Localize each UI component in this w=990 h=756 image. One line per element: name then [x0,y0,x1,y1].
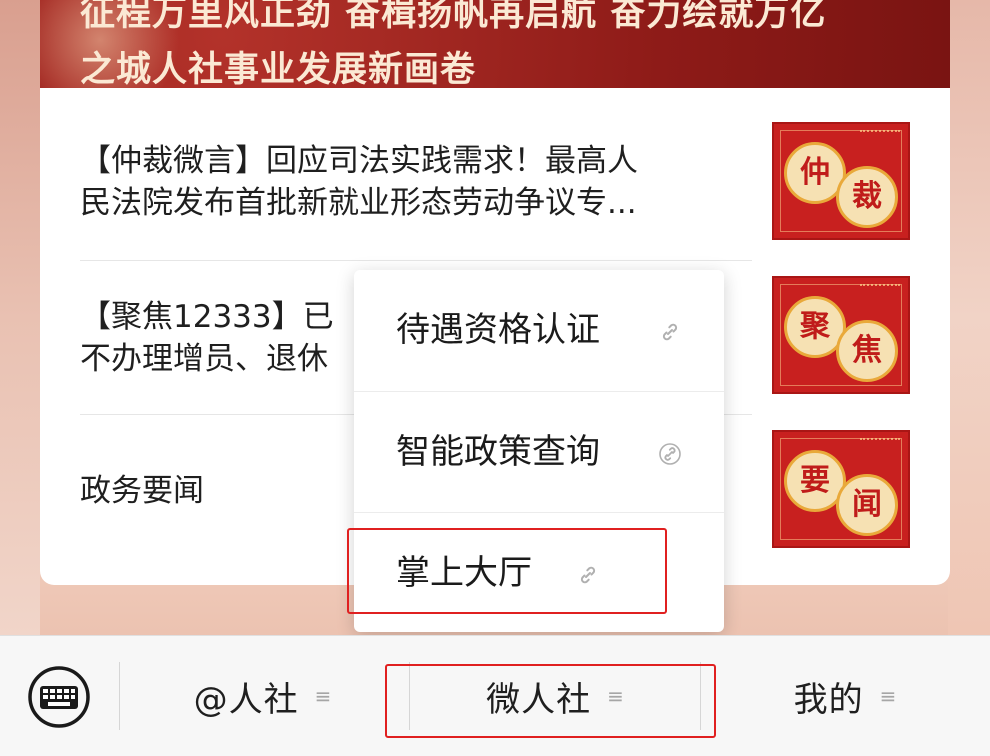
menu-item-label: 待遇资格认证 [396,310,600,350]
highlight-box-mobile-hall [347,528,667,614]
menu-lines-icon: ≡ [314,684,332,708]
article-thumbnail-focus[interactable]: 聚 焦 [772,276,910,394]
tab-separator [119,662,120,730]
banner-title-line2: 之城人社事业发展新画卷 [80,50,477,88]
banner-title-line1: 征程万里风正劲 奋楫扬帆再启航 奋力绘就万亿 [80,0,827,34]
article-thumbnail-news[interactable]: 要 闻 [772,430,910,548]
highlight-box-wei-renshe [385,664,716,738]
menu-item-label: 智能政策查询 [396,432,600,472]
keyboard-icon[interactable] [26,666,92,728]
tab-mine[interactable]: 我的 ≡ [720,666,970,726]
menu-lines-icon: ≡ [879,684,897,708]
tab-label: 我的 [793,679,864,720]
thumbnail-char: 焦 [836,320,898,382]
page-background-left [0,0,40,635]
list-divider [80,260,752,261]
article-title-line2: 民法院发布首批新就业形态劳动争议专... [80,185,637,221]
article-item-arbitration[interactable]: 【仲裁微言】回应司法实践需求！最高人 民法院发布首批新就业形态劳动争议专... [80,140,752,224]
tab-renshe[interactable]: @人社 ≡ [140,666,385,726]
menu-item-benefit-qualification[interactable]: 待遇资格认证 [354,270,724,390]
page-background-right [948,0,990,635]
thumbnail-char: 裁 [836,166,898,228]
article-title-line1: 【仲裁微言】回应司法实践需求！最高人 [80,143,638,179]
menu-item-policy-query[interactable]: 智能政策查询 [354,391,724,512]
header-banner[interactable]: 征程万里风正劲 奋楫扬帆再启航 奋力绘就万亿 之城人社事业发展新画卷 [40,0,950,88]
tab-label: @人社 [193,679,299,720]
link-icon [659,443,681,465]
link-icon [662,323,678,341]
thumbnail-char: 闻 [836,474,898,536]
banner-title: 征程万里风正劲 奋楫扬帆再启航 奋力绘就万亿 之城人社事业发展新画卷 [80,0,940,88]
article-thumbnail-arbitration[interactable]: 仲 裁 [772,122,910,240]
bottom-tab-bar: @人社 ≡ 微人社 ≡ 我的 ≡ [0,635,990,756]
